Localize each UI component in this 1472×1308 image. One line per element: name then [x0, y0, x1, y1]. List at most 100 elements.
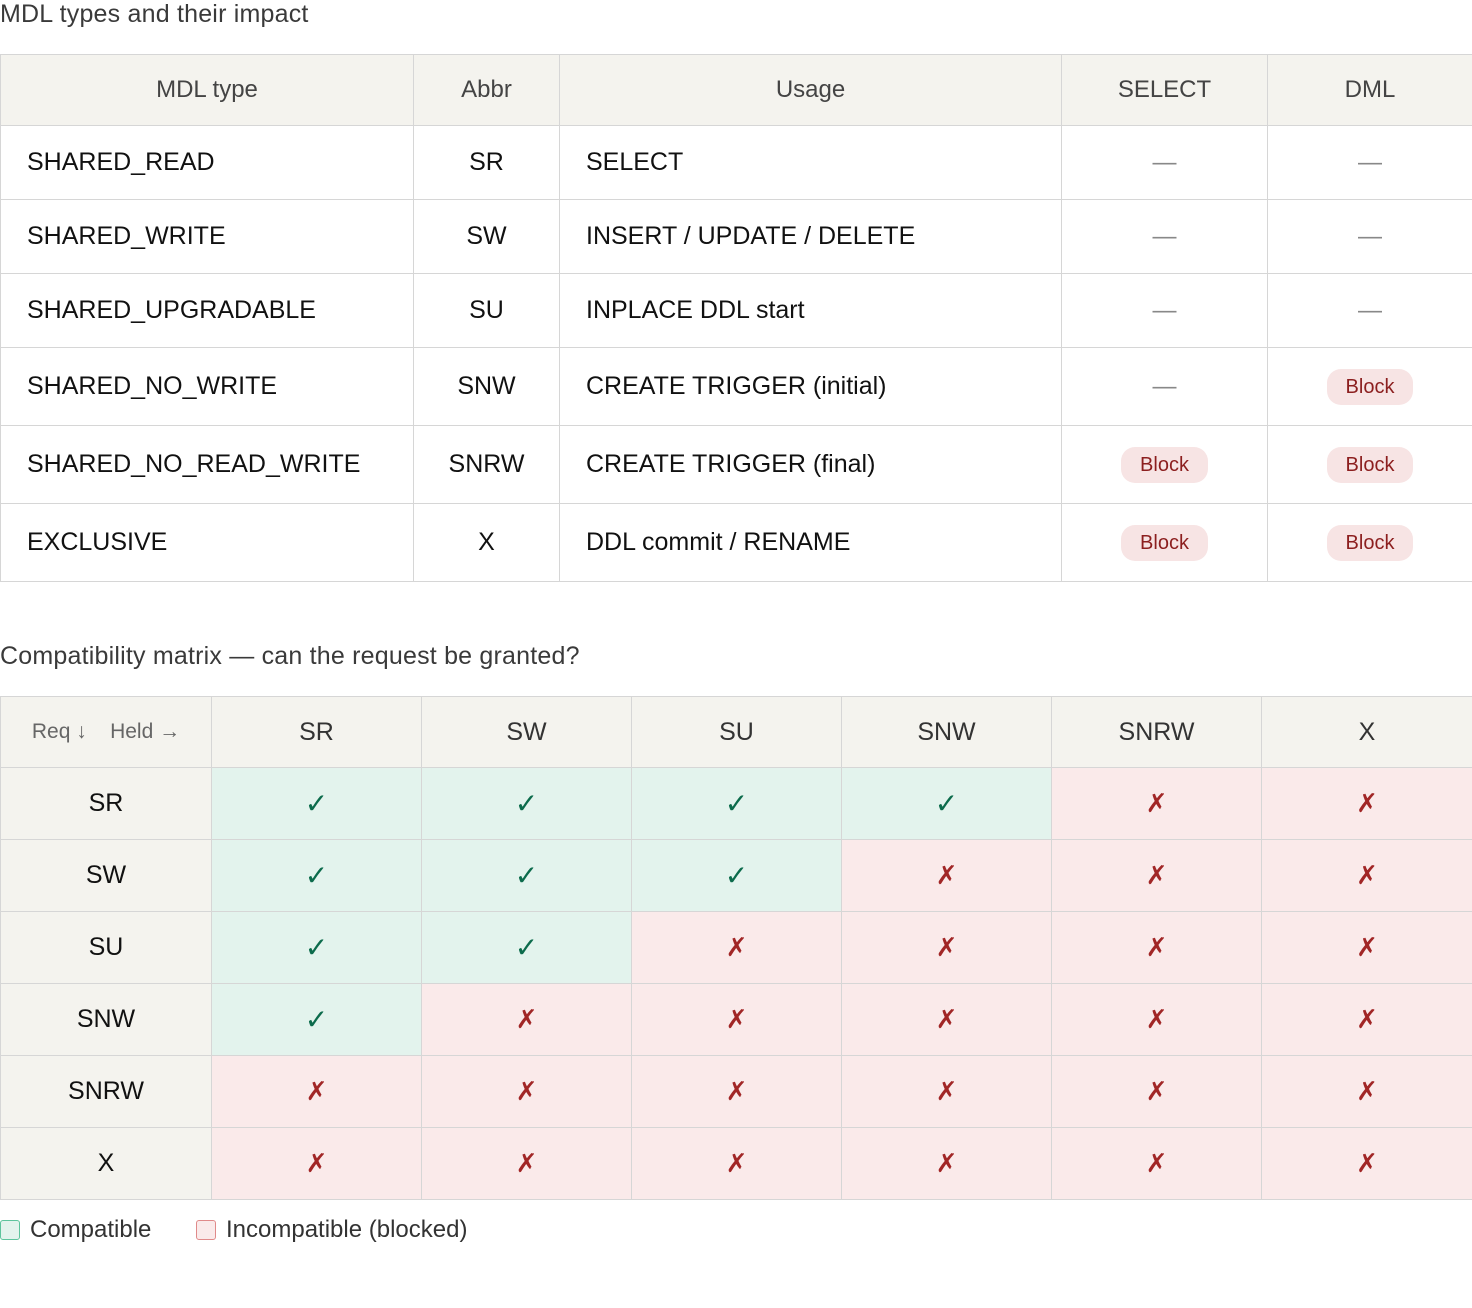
mdl-abbr: SNRW: [413, 425, 560, 504]
legend-compatible: Compatible: [0, 1216, 151, 1244]
matrix-section-title: Compatibility matrix — can the request b…: [0, 642, 580, 670]
mdl-abbr: SNW: [413, 347, 560, 426]
matrix-row: SNW ✓ ✗ ✗ ✗ ✗ ✗: [0, 983, 1472, 1056]
matrix-row-header: SR: [0, 767, 212, 840]
compatible-check-icon: ✓: [211, 911, 422, 984]
matrix-row-header: X: [0, 1127, 212, 1200]
mdl-abbr: SR: [413, 125, 560, 200]
compatible-check-icon: ✓: [841, 767, 1052, 840]
block-badge: Block: [1121, 524, 1208, 561]
types-row: EXCLUSIVE X DDL commit / RENAME Block Block: [0, 503, 1472, 582]
compatible-check-icon: ✓: [211, 839, 422, 912]
mdl-abbr: SW: [413, 199, 560, 274]
legend-incompatible-label: Incompatible (blocked): [226, 1216, 468, 1243]
mdl-usage: INSERT / UPDATE / DELETE: [559, 199, 1062, 274]
mdl-usage: INPLACE DDL start: [559, 273, 1062, 348]
matrix-row-header: SNRW: [0, 1055, 212, 1128]
incompatible-cross-icon: ✗: [1051, 911, 1262, 984]
matrix-row: SW ✓ ✓ ✓ ✗ ✗ ✗: [0, 839, 1472, 912]
incompatible-cross-icon: ✗: [421, 1055, 632, 1128]
incompatible-cross-icon: ✗: [1051, 1055, 1262, 1128]
block-badge: Block: [1121, 446, 1208, 483]
select-impact: Block: [1061, 503, 1268, 582]
dml-impact: Block: [1267, 347, 1472, 426]
block-badge: Block: [1326, 446, 1414, 483]
compatible-check-icon: ✓: [631, 767, 842, 840]
corner-held-label: Held →: [110, 720, 181, 743]
matrix-row-header: SW: [0, 839, 212, 912]
incompatible-swatch-icon: [196, 1220, 216, 1240]
incompatible-cross-icon: ✗: [421, 1127, 632, 1200]
incompatible-cross-icon: ✗: [211, 1055, 422, 1128]
header-select: SELECT: [1061, 54, 1268, 126]
types-row: SHARED_UPGRADABLE SU INPLACE DDL start — —: [0, 273, 1472, 348]
types-row: SHARED_WRITE SW INSERT / UPDATE / DELETE — —: [0, 199, 1472, 274]
incompatible-cross-icon: ✗: [1261, 839, 1472, 912]
header-abbr: Abbr: [413, 54, 560, 126]
corner-req-label: Req ↓: [31, 720, 87, 743]
select-impact: —: [1061, 347, 1268, 426]
header-usage: Usage: [559, 54, 1062, 126]
dash-mark: —: [1152, 149, 1177, 176]
incompatible-cross-icon: ✗: [1261, 911, 1472, 984]
types-section-title: MDL types and their impact: [0, 0, 309, 28]
matrix-col-header: SNRW: [1051, 696, 1262, 768]
dash-mark: —: [1358, 149, 1382, 176]
dml-impact: Block: [1267, 425, 1472, 504]
incompatible-cross-icon: ✗: [631, 1055, 842, 1128]
matrix-header-row: Req ↓ Held → SR SW SU SNW SNRW X: [0, 696, 1472, 768]
mdl-type-name: SHARED_READ: [0, 125, 414, 200]
mdl-types-table: MDL type Abbr Usage SELECT DML SHARED_RE…: [0, 54, 1472, 582]
dml-impact: —: [1267, 273, 1472, 348]
select-impact: —: [1061, 199, 1268, 274]
compatible-check-icon: ✓: [421, 911, 632, 984]
dash-mark: —: [1152, 223, 1177, 250]
incompatible-cross-icon: ✗: [631, 1127, 842, 1200]
incompatible-cross-icon: ✗: [841, 1055, 1052, 1128]
dml-impact: —: [1267, 125, 1472, 200]
dml-impact: Block: [1267, 503, 1472, 582]
select-impact: —: [1061, 125, 1268, 200]
mdl-type-name: SHARED_NO_READ_WRITE: [0, 425, 414, 504]
incompatible-cross-icon: ✗: [1261, 1055, 1472, 1128]
incompatible-cross-icon: ✗: [631, 983, 842, 1056]
mdl-usage: DDL commit / RENAME: [559, 503, 1062, 582]
mdl-abbr: SU: [413, 273, 560, 348]
matrix-row-header: SNW: [0, 983, 212, 1056]
select-impact: Block: [1061, 425, 1268, 504]
incompatible-cross-icon: ✗: [421, 983, 632, 1056]
matrix-col-header: SR: [211, 696, 422, 768]
mdl-type-name: SHARED_WRITE: [0, 199, 414, 274]
incompatible-cross-icon: ✗: [1051, 839, 1262, 912]
incompatible-cross-icon: ✗: [841, 839, 1052, 912]
mdl-type-name: SHARED_UPGRADABLE: [0, 273, 414, 348]
incompatible-cross-icon: ✗: [1261, 1127, 1472, 1200]
dash-mark: —: [1358, 223, 1382, 250]
mdl-usage: SELECT: [559, 125, 1062, 200]
compatible-check-icon: ✓: [421, 839, 632, 912]
compatible-check-icon: ✓: [211, 767, 422, 840]
incompatible-cross-icon: ✗: [1051, 983, 1262, 1056]
matrix-row-header: SU: [0, 911, 212, 984]
matrix-row: SU ✓ ✓ ✗ ✗ ✗ ✗: [0, 911, 1472, 984]
compatibility-matrix: Req ↓ Held → SR SW SU SNW SNRW X SR ✓ ✓ ✓ ✓ ✗ ✗ SW ✓ ✓…: [0, 696, 1472, 1200]
dash-mark: —: [1152, 297, 1177, 324]
incompatible-cross-icon: ✗: [841, 983, 1052, 1056]
matrix-col-header: SNW: [841, 696, 1052, 768]
types-row: SHARED_NO_WRITE SNW CREATE TRIGGER (initia…: [0, 347, 1472, 426]
compatible-check-icon: ✓: [421, 767, 632, 840]
incompatible-cross-icon: ✗: [1051, 767, 1262, 840]
compatible-swatch-icon: [0, 1220, 20, 1240]
mdl-abbr: X: [413, 503, 560, 582]
matrix-corner: Req ↓ Held →: [0, 696, 212, 768]
incompatible-cross-icon: ✗: [841, 1127, 1052, 1200]
matrix-col-header: SU: [631, 696, 842, 768]
incompatible-cross-icon: ✗: [841, 911, 1052, 984]
dash-mark: —: [1358, 297, 1382, 324]
incompatible-cross-icon: ✗: [1261, 767, 1472, 840]
dash-mark: —: [1152, 373, 1177, 400]
header-mdl-type: MDL type: [0, 54, 414, 126]
matrix-row: X ✗ ✗ ✗ ✗ ✗ ✗: [0, 1127, 1472, 1200]
matrix-col-header: X: [1261, 696, 1472, 768]
block-badge: Block: [1326, 524, 1414, 561]
